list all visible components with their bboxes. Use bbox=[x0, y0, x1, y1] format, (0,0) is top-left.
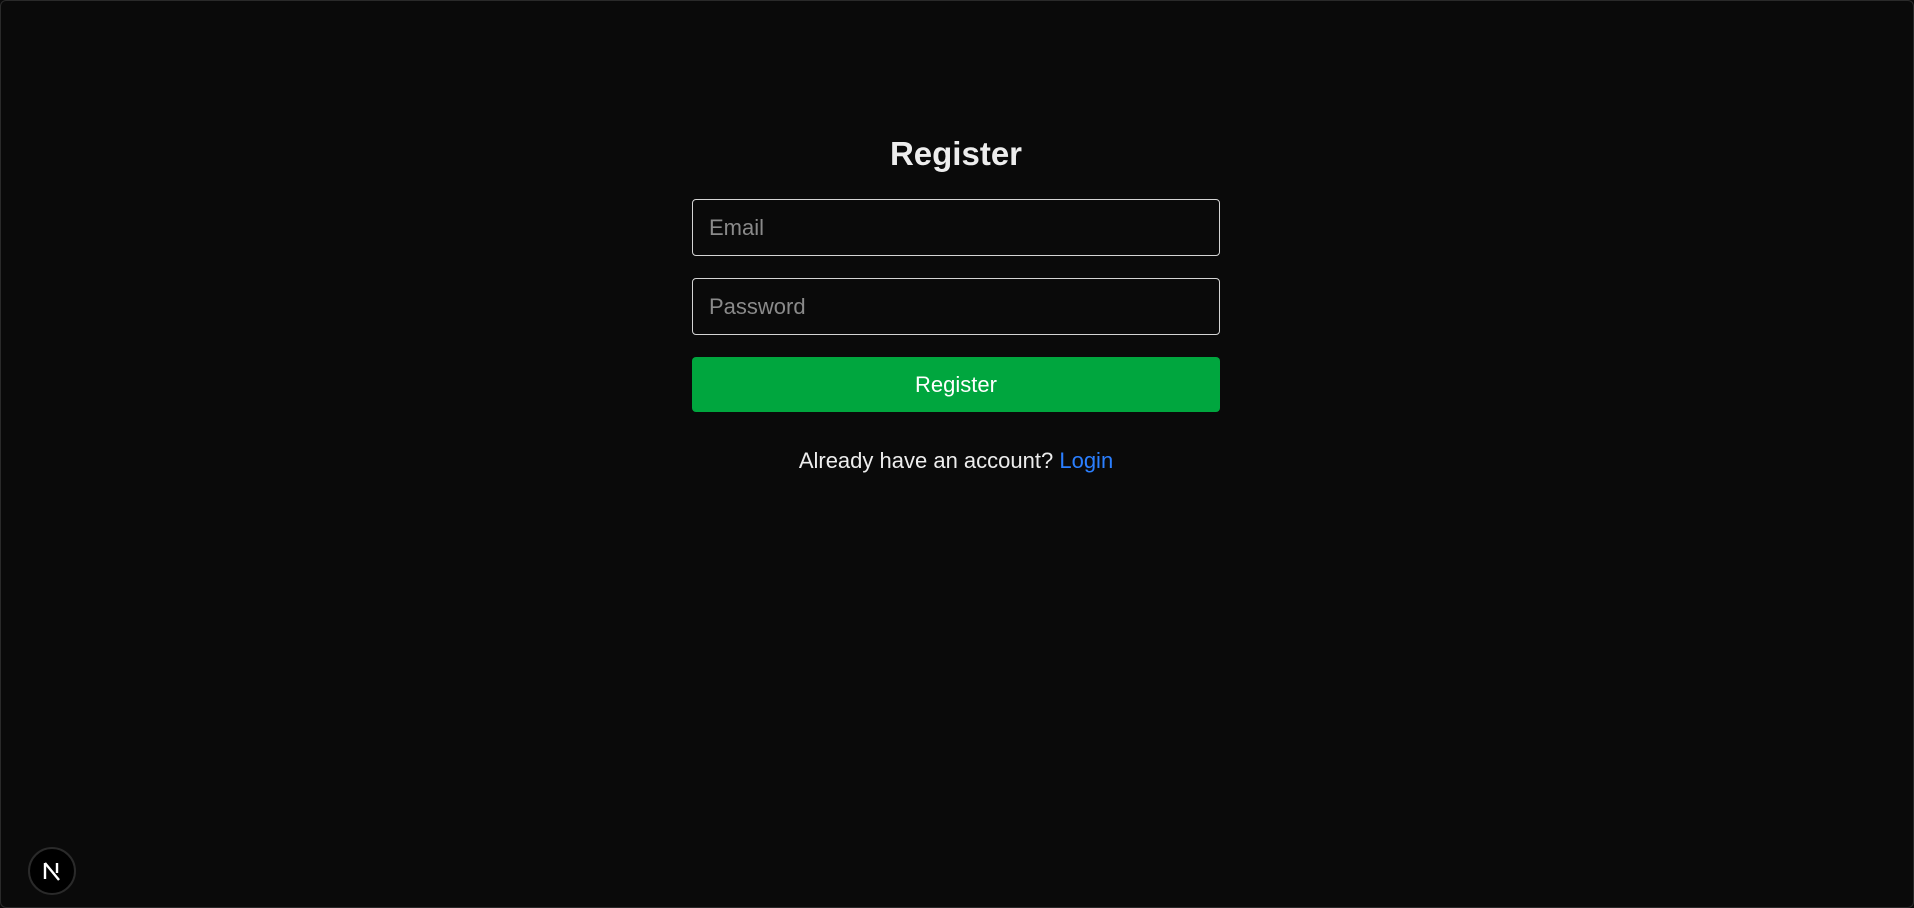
password-field[interactable] bbox=[692, 278, 1220, 335]
login-prompt-text: Already have an account? bbox=[798, 448, 1054, 473]
register-form: Register Register Already have an accoun… bbox=[692, 131, 1220, 474]
email-field[interactable] bbox=[692, 199, 1220, 256]
app-window: Register Register Already have an accoun… bbox=[0, 0, 1914, 908]
login-prompt: Already have an account? Login bbox=[799, 448, 1113, 474]
register-button[interactable]: Register bbox=[692, 357, 1220, 412]
nextjs-logo-icon bbox=[43, 862, 60, 881]
nextjs-dev-indicator[interactable] bbox=[28, 847, 76, 895]
login-link[interactable]: Login bbox=[1059, 448, 1113, 473]
page-title: Register bbox=[889, 135, 1023, 172]
